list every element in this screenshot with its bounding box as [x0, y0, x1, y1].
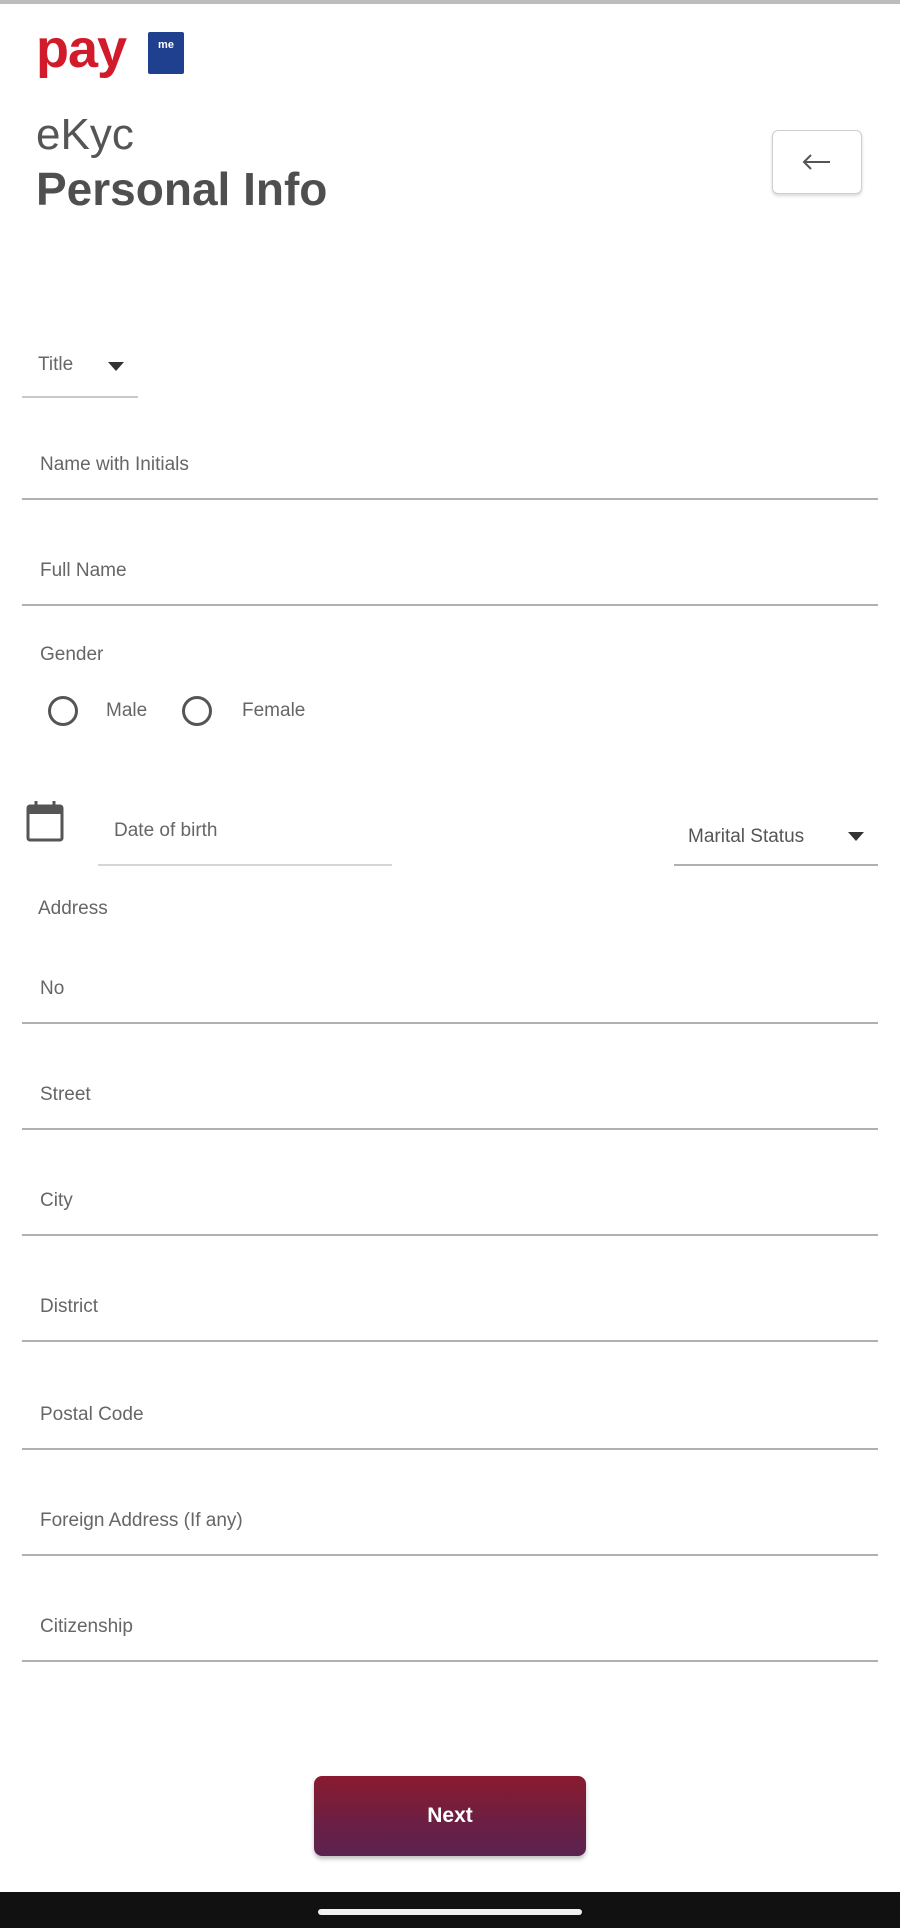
date-of-birth-placeholder: Date of birth [114, 820, 218, 841]
home-indicator[interactable] [318, 1909, 582, 1915]
payme-logo: pay me [36, 22, 186, 80]
calendar-icon[interactable] [26, 800, 64, 842]
male-label: Male [106, 700, 148, 721]
name-with-initials-input[interactable]: Name with Initials [22, 440, 878, 500]
address-no-placeholder: No [40, 978, 65, 999]
logo-badge: me [148, 32, 184, 74]
postal-code-placeholder: Postal Code [40, 1404, 144, 1425]
citizenship-placeholder: Citizenship [40, 1616, 133, 1637]
male-radio[interactable] [48, 696, 78, 726]
full-name-placeholder: Full Name [40, 560, 127, 581]
city-placeholder: City [40, 1190, 73, 1211]
chevron-down-icon [848, 832, 864, 841]
street-placeholder: Street [40, 1084, 91, 1105]
citizenship-input[interactable]: Citizenship [22, 1602, 878, 1662]
female-radio[interactable] [182, 696, 212, 726]
district-input[interactable]: District [22, 1282, 878, 1342]
address-no-input[interactable]: No [22, 964, 878, 1024]
next-button[interactable]: Next [314, 1776, 586, 1856]
marital-status-select[interactable]: Marital Status [674, 808, 878, 866]
foreign-address-input[interactable]: Foreign Address (If any) [22, 1496, 878, 1556]
city-input[interactable]: City [22, 1176, 878, 1236]
foreign-address-placeholder: Foreign Address (If any) [40, 1510, 243, 1531]
app-name: eKyc [36, 110, 134, 159]
title-select-placeholder: Title [38, 354, 74, 375]
chevron-down-icon [108, 362, 124, 371]
arrow-left-icon [802, 154, 830, 170]
date-of-birth-input[interactable]: Date of birth [98, 806, 392, 866]
marital-status-placeholder: Marital Status [688, 826, 805, 847]
gender-label: Gender [40, 644, 104, 665]
street-input[interactable]: Street [22, 1070, 878, 1130]
logo-text: pay [36, 19, 127, 79]
top-strip [0, 0, 900, 4]
address-label: Address [38, 898, 108, 919]
title-select[interactable]: Title [22, 340, 138, 398]
district-placeholder: District [40, 1296, 99, 1317]
gender-option-male[interactable]: Male [48, 696, 147, 726]
gender-option-female[interactable]: Female [182, 696, 305, 726]
postal-code-input[interactable]: Postal Code [22, 1390, 878, 1450]
name-with-initials-placeholder: Name with Initials [40, 454, 189, 475]
page-title: Personal Info [36, 163, 328, 215]
full-name-input[interactable]: Full Name [22, 546, 878, 606]
back-button[interactable] [772, 130, 862, 194]
female-label: Female [242, 700, 306, 721]
